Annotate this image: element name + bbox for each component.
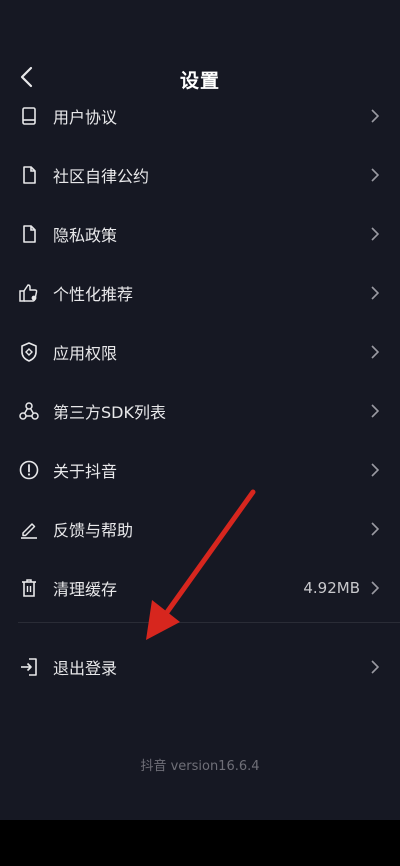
logout-label: 退出登录 bbox=[53, 659, 118, 678]
book-icon bbox=[18, 105, 40, 127]
info-icon bbox=[18, 459, 40, 481]
trash-icon bbox=[18, 577, 40, 599]
document-icon bbox=[18, 164, 40, 186]
settings-item-label: 关于抖音 bbox=[53, 461, 118, 481]
chevron-right-icon bbox=[368, 108, 380, 124]
settings-item-sdk-list[interactable]: 第三方SDK列表 bbox=[0, 381, 400, 440]
settings-item-clear-cache[interactable]: 清理缓存 4.92MB bbox=[0, 558, 400, 617]
thumbs-up-icon bbox=[18, 282, 40, 304]
settings-item-label: 清理缓存 bbox=[53, 579, 118, 599]
settings-list: 用户协议 社区自律公约 隐私政策 个性化推荐 应用权限 第三方SDK列表 关于抖… bbox=[0, 86, 400, 617]
header: 设置 bbox=[0, 0, 400, 100]
logout-icon bbox=[18, 656, 40, 678]
settings-item-permissions[interactable]: 应用权限 bbox=[0, 322, 400, 381]
document-icon bbox=[18, 223, 40, 245]
bottom-bar bbox=[0, 820, 400, 866]
settings-item-community[interactable]: 社区自律公约 bbox=[0, 145, 400, 204]
page-title: 设置 bbox=[179, 70, 220, 92]
chevron-right-icon bbox=[368, 344, 380, 360]
settings-item-feedback[interactable]: 反馈与帮助 bbox=[0, 499, 400, 558]
settings-item-label: 个性化推荐 bbox=[53, 284, 134, 304]
chevron-right-icon bbox=[368, 167, 380, 183]
cache-size: 4.92MB bbox=[303, 578, 360, 597]
chevron-right-icon bbox=[368, 226, 380, 242]
logout-button[interactable]: 退出登录 bbox=[0, 637, 400, 697]
settings-item-label: 应用权限 bbox=[53, 343, 118, 363]
sdk-icon bbox=[18, 400, 40, 422]
settings-item-label: 第三方SDK列表 bbox=[53, 402, 166, 422]
chevron-right-icon bbox=[368, 580, 380, 596]
settings-item-label: 社区自律公约 bbox=[53, 166, 150, 186]
settings-item-personalized[interactable]: 个性化推荐 bbox=[0, 263, 400, 322]
settings-item-label: 反馈与帮助 bbox=[53, 520, 134, 540]
edit-icon bbox=[18, 518, 40, 540]
settings-item-about[interactable]: 关于抖音 bbox=[0, 440, 400, 499]
divider bbox=[18, 622, 400, 623]
settings-item-label: 用户协议 bbox=[53, 107, 118, 127]
chevron-right-icon bbox=[368, 462, 380, 478]
settings-screen: 设置 用户协议 社区自律公约 隐私政策 个性化推荐 应用权限 第三方SDK列表 … bbox=[0, 0, 400, 866]
chevron-right-icon bbox=[368, 521, 380, 537]
version-text: 抖音 version16.6.4 bbox=[140, 759, 260, 774]
settings-item-privacy[interactable]: 隐私政策 bbox=[0, 204, 400, 263]
chevron-right-icon bbox=[368, 285, 380, 301]
settings-item-label: 隐私政策 bbox=[53, 225, 118, 245]
chevron-right-icon bbox=[368, 659, 380, 675]
shield-icon bbox=[18, 341, 40, 363]
chevron-right-icon bbox=[368, 403, 380, 419]
